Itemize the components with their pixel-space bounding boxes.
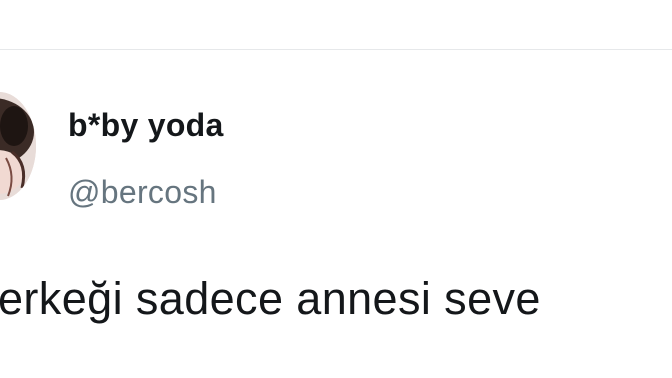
user-handle[interactable]: @bercosh xyxy=(68,172,217,212)
avatar[interactable] xyxy=(0,92,36,200)
tweet-screenshot: b*by yoda @bercosh erkeği sadece annesi … xyxy=(0,0,672,378)
tweet-text: erkeği sadece annesi seve xyxy=(0,273,541,324)
top-divider xyxy=(0,49,672,50)
profile-photo-icon xyxy=(0,92,36,200)
display-name[interactable]: b*by yoda xyxy=(68,105,224,145)
